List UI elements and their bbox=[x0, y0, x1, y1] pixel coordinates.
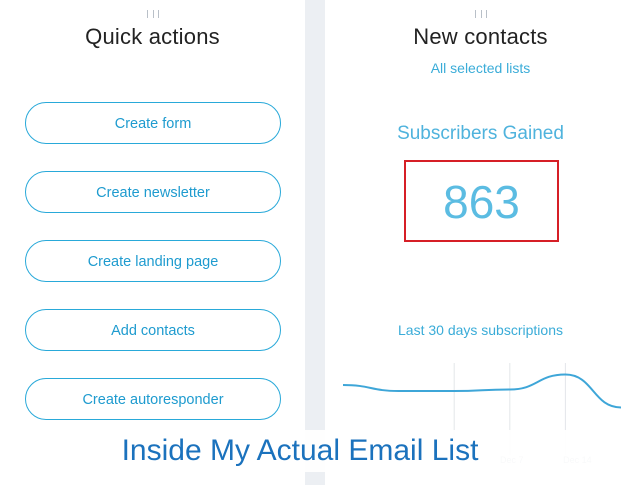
panel-gutter bbox=[305, 0, 325, 485]
create-autoresponder-button[interactable]: Create autoresponder bbox=[25, 378, 281, 420]
highlight-box: 863 bbox=[404, 160, 559, 242]
quick-actions-panel: Quick actions Create form Create newslet… bbox=[0, 0, 305, 485]
drag-handle-icon[interactable] bbox=[147, 10, 159, 18]
chart-series-line bbox=[342, 373, 622, 409]
quick-actions-title: Quick actions bbox=[85, 24, 220, 49]
drag-handle-icon[interactable] bbox=[475, 10, 487, 18]
new-contacts-title: New contacts bbox=[413, 24, 548, 49]
subscribers-gained-label: Subscribers Gained bbox=[397, 123, 564, 144]
new-contacts-panel: New contacts All selected lists Subscrib… bbox=[325, 0, 636, 485]
selected-lists-link[interactable]: All selected lists bbox=[325, 60, 636, 76]
create-newsletter-button[interactable]: Create newsletter bbox=[25, 171, 281, 213]
create-form-button[interactable]: Create form bbox=[25, 102, 281, 144]
image-caption: Inside My Actual Email List bbox=[0, 430, 600, 472]
chart-title: Last 30 days subscriptions bbox=[398, 322, 563, 338]
create-landing-page-button[interactable]: Create landing page bbox=[25, 240, 281, 282]
add-contacts-button[interactable]: Add contacts bbox=[25, 309, 281, 351]
subscribers-gained-value: 863 bbox=[443, 176, 520, 228]
